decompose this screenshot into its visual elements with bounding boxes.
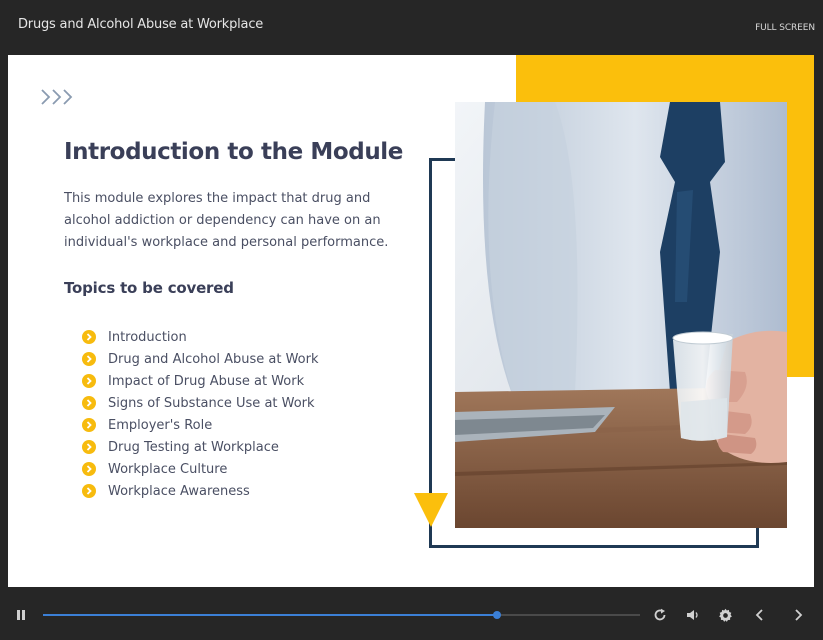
businessman-holding-shot-glass-photo bbox=[455, 102, 787, 528]
slide-canvas: Introduction to the Module This module e… bbox=[8, 55, 814, 587]
list-item: Drug and Alcohol Abuse at Work bbox=[82, 348, 319, 370]
triangle-decoration bbox=[414, 493, 448, 527]
chevron-bullet-icon bbox=[82, 484, 96, 498]
chevron-right-icon[interactable] bbox=[792, 608, 804, 622]
list-item: Drug Testing at Workplace bbox=[82, 436, 319, 458]
topic-label: Signs of Substance Use at Work bbox=[108, 395, 315, 411]
fullscreen-button[interactable]: FULL SCREEN bbox=[755, 23, 815, 33]
topic-label: Drug Testing at Workplace bbox=[108, 439, 279, 455]
module-description: This module explores the impact that dru… bbox=[64, 191, 389, 250]
title-bar: Drugs and Alcohol Abuse at Workplace FUL… bbox=[0, 0, 823, 54]
topic-label: Employer's Role bbox=[108, 417, 213, 433]
topics-heading: Topics to be covered bbox=[64, 279, 234, 297]
list-item: Signs of Substance Use at Work bbox=[82, 392, 319, 414]
slide-title: Introduction to the Module bbox=[64, 139, 403, 165]
list-item: Introduction bbox=[82, 326, 319, 348]
topic-label: Introduction bbox=[108, 329, 187, 345]
progress-scrubber[interactable] bbox=[492, 611, 501, 619]
list-item: Workplace Awareness bbox=[82, 480, 319, 502]
chevron-left-icon[interactable] bbox=[754, 608, 766, 622]
topic-label: Drug and Alcohol Abuse at Work bbox=[108, 351, 319, 367]
chevron-bullet-icon bbox=[82, 396, 96, 410]
list-item: Workplace Culture bbox=[82, 458, 319, 480]
chevron-bullet-icon bbox=[82, 352, 96, 366]
gear-icon[interactable] bbox=[718, 608, 733, 623]
list-item: Employer's Role bbox=[82, 414, 319, 436]
chevron-bullet-icon bbox=[82, 330, 96, 344]
pause-icon[interactable] bbox=[15, 609, 27, 621]
chevrons-icon bbox=[41, 89, 73, 105]
volume-icon[interactable] bbox=[686, 608, 700, 622]
replay-icon[interactable] bbox=[653, 608, 667, 622]
chevron-bullet-icon bbox=[82, 418, 96, 432]
progress-bar[interactable] bbox=[43, 611, 640, 619]
chevron-bullet-icon bbox=[82, 440, 96, 454]
topic-label: Workplace Awareness bbox=[108, 483, 250, 499]
topic-label: Workplace Culture bbox=[108, 461, 228, 477]
chevron-bullet-icon bbox=[82, 462, 96, 476]
list-item: Impact of Drug Abuse at Work bbox=[82, 370, 319, 392]
chevron-bullet-icon bbox=[82, 374, 96, 388]
topic-list: Introduction Drug and Alcohol Abuse at W… bbox=[82, 326, 319, 502]
course-title: Drugs and Alcohol Abuse at Workplace bbox=[18, 17, 264, 32]
progress-fill bbox=[43, 614, 497, 616]
topic-label: Impact of Drug Abuse at Work bbox=[108, 373, 305, 389]
player-controls bbox=[0, 588, 823, 640]
